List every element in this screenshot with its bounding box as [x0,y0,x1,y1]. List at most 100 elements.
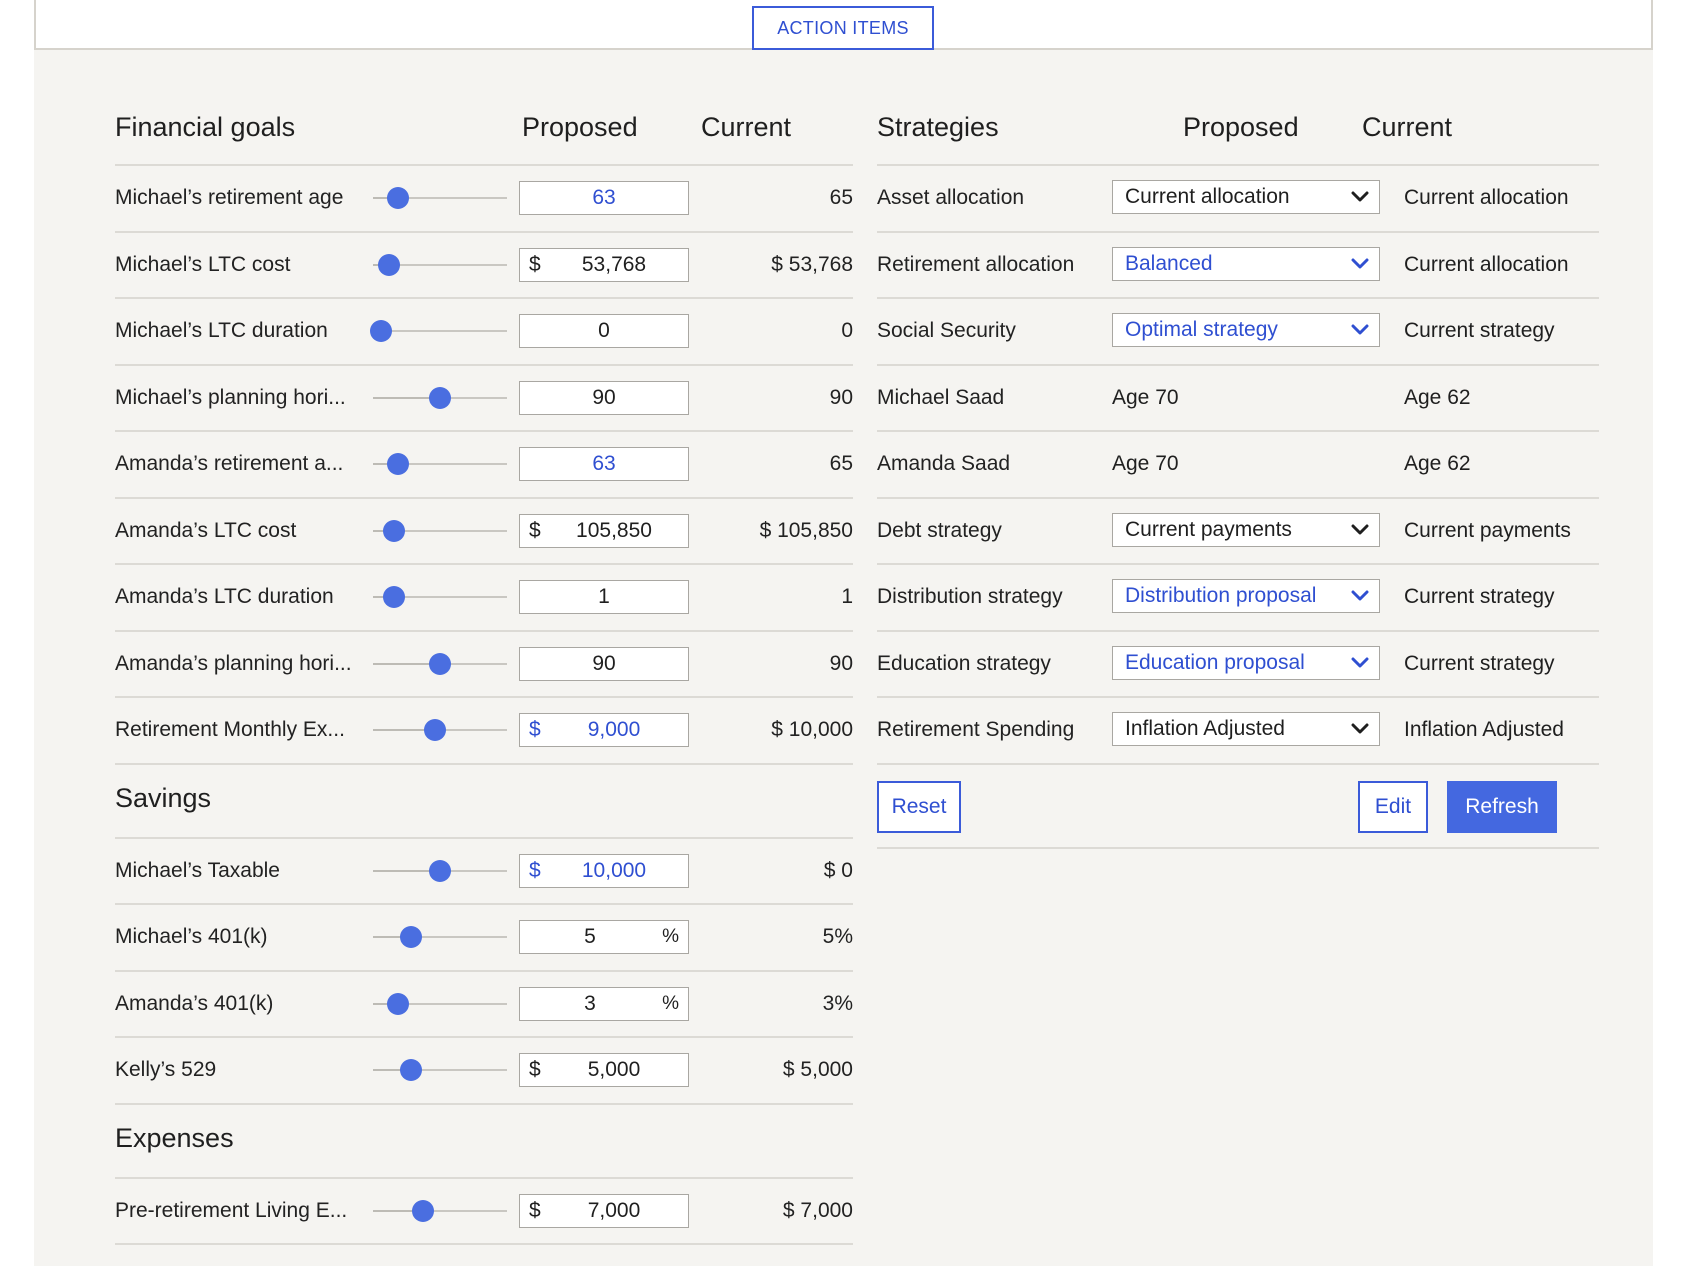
select-value: Current payments [1125,517,1292,541]
strategy-current-value: Current allocation [1404,252,1569,276]
section-divider [115,762,853,765]
slider-knob[interactable] [399,1059,422,1081]
input-value: 9,000 [587,718,641,741]
strategy-label: Social Security [877,319,1016,342]
current-value: 1 [841,585,853,608]
reset-button[interactable]: Reset [877,780,961,833]
chevron-down-icon [1351,657,1369,667]
goal-label: Amanda’s retirement a... [115,452,344,475]
goal-row: Kelly’s 529 $5,000 $ 5,000 [115,1036,853,1102]
chevron-down-icon [1351,524,1369,534]
input-value: 3 [584,991,596,1015]
goal-label: Michael’s Taxable [115,858,280,882]
proposed-input[interactable]: 5% [519,920,689,954]
select-value: Distribution proposal [1125,584,1317,607]
goal-slider[interactable] [373,859,507,882]
proposed-input[interactable]: 63 [519,447,689,481]
input-value: 10,000 [581,858,647,882]
proposed-input[interactable]: 3% [519,986,689,1021]
strategy-select[interactable]: Education proposal [1112,645,1380,680]
proposed-input[interactable]: 0 [519,314,689,348]
goal-slider[interactable] [373,386,507,409]
slider-knob[interactable] [378,253,401,276]
action-items-button[interactable]: ACTION ITEMS [752,6,934,50]
currency-prefix: $ [529,1198,541,1222]
edit-button[interactable]: Edit [1358,780,1428,833]
goal-slider[interactable] [373,652,507,675]
strategy-select[interactable]: Current payments [1112,512,1380,547]
goal-label: Michael’s 401(k) [115,925,268,948]
proposed-input[interactable]: $5,000 [519,1053,689,1087]
proposed-input[interactable]: 90 [519,380,689,415]
current-value: $ 0 [823,858,853,882]
current-value: 90 [829,385,853,409]
input-value: 53,768 [581,252,647,276]
strategy-label: Debt strategy [877,518,1002,542]
strategy-select[interactable]: Optimal strategy [1112,313,1380,347]
proposed-input[interactable]: $105,850 [519,513,689,548]
proposed-input[interactable]: $9,000 [519,713,689,747]
refresh-button[interactable]: Refresh [1447,780,1557,833]
slider-knob[interactable] [387,187,410,209]
strategy-current-value: Age 62 [1404,385,1471,409]
goal-row: Amanda’s planning hori... 90 90 [115,629,853,696]
slider-knob[interactable] [383,586,406,608]
goal-label: Amanda’s planning hori... [115,651,352,675]
strategy-current-value: Current allocation [1404,186,1569,209]
proposed-input[interactable]: $7,000 [519,1193,689,1228]
chevron-down-icon [1351,191,1369,202]
slider-knob[interactable] [423,719,446,741]
percent-suffix: % [662,926,679,947]
slider-knob[interactable] [399,926,422,948]
goal-slider[interactable] [373,586,507,608]
proposed-input[interactable]: $53,768 [519,247,689,282]
slider-knob[interactable] [387,992,410,1015]
slider-knob[interactable] [429,859,451,882]
goal-row: Amanda’s LTC duration 1 1 [115,563,853,629]
strategy-select[interactable]: Balanced [1112,246,1380,281]
slider-knob[interactable] [387,453,410,475]
input-value: 5,000 [587,1058,641,1081]
current-value: 65 [829,186,853,209]
strategy-label: Education strategy [877,651,1051,675]
goal-slider[interactable] [373,926,507,948]
goal-slider[interactable] [373,1059,507,1081]
goal-slider[interactable] [370,320,507,342]
strategy-row: Retirement Spending Inflation Adjusted Inf… [877,696,1599,762]
goal-slider[interactable] [373,453,507,475]
strategy-label: Distribution strategy [877,585,1063,608]
goal-slider[interactable] [373,992,507,1015]
goals-current-header: Current [701,112,792,142]
financial-goals-title: Financial goals [115,112,296,142]
goal-row: Amanda’s LTC cost $105,850 $ 105,850 [115,496,853,563]
currency-prefix: $ [529,718,541,741]
strategy-row: Amanda Saad Age 70 Age 62 [877,430,1599,496]
goal-slider[interactable] [373,187,507,209]
goal-slider[interactable] [373,519,507,542]
strategy-select[interactable]: Distribution proposal [1112,579,1380,613]
current-value: $ 7,000 [782,1198,853,1222]
strategies-proposed-header: Proposed [1183,112,1299,142]
strategy-select[interactable]: Inflation Adjusted [1112,712,1380,746]
proposed-input[interactable]: $10,000 [519,853,689,888]
strategy-select[interactable]: Current allocation [1112,180,1380,214]
slider-knob[interactable] [411,1199,434,1222]
input-value: 63 [592,452,616,475]
slider-knob[interactable] [429,386,451,409]
slider-knob[interactable] [429,652,451,675]
strategies-title: Strategies [877,112,999,142]
proposed-input[interactable]: 1 [519,580,689,614]
goal-slider[interactable] [373,1199,507,1222]
savings-section-title: Savings [115,782,212,813]
slider-knob[interactable] [383,519,406,542]
goal-slider[interactable] [373,719,507,741]
proposed-input[interactable]: 63 [519,181,689,215]
strategy-current-value: Current strategy [1404,651,1555,675]
currency-prefix: $ [529,1058,541,1081]
goal-label: Amanda’s LTC cost [115,518,297,542]
proposed-input[interactable]: 90 [519,646,689,681]
chevron-down-icon [1351,590,1369,601]
goal-slider[interactable] [373,253,507,276]
slider-knob[interactable] [370,320,393,342]
chevron-down-icon [1351,324,1369,335]
